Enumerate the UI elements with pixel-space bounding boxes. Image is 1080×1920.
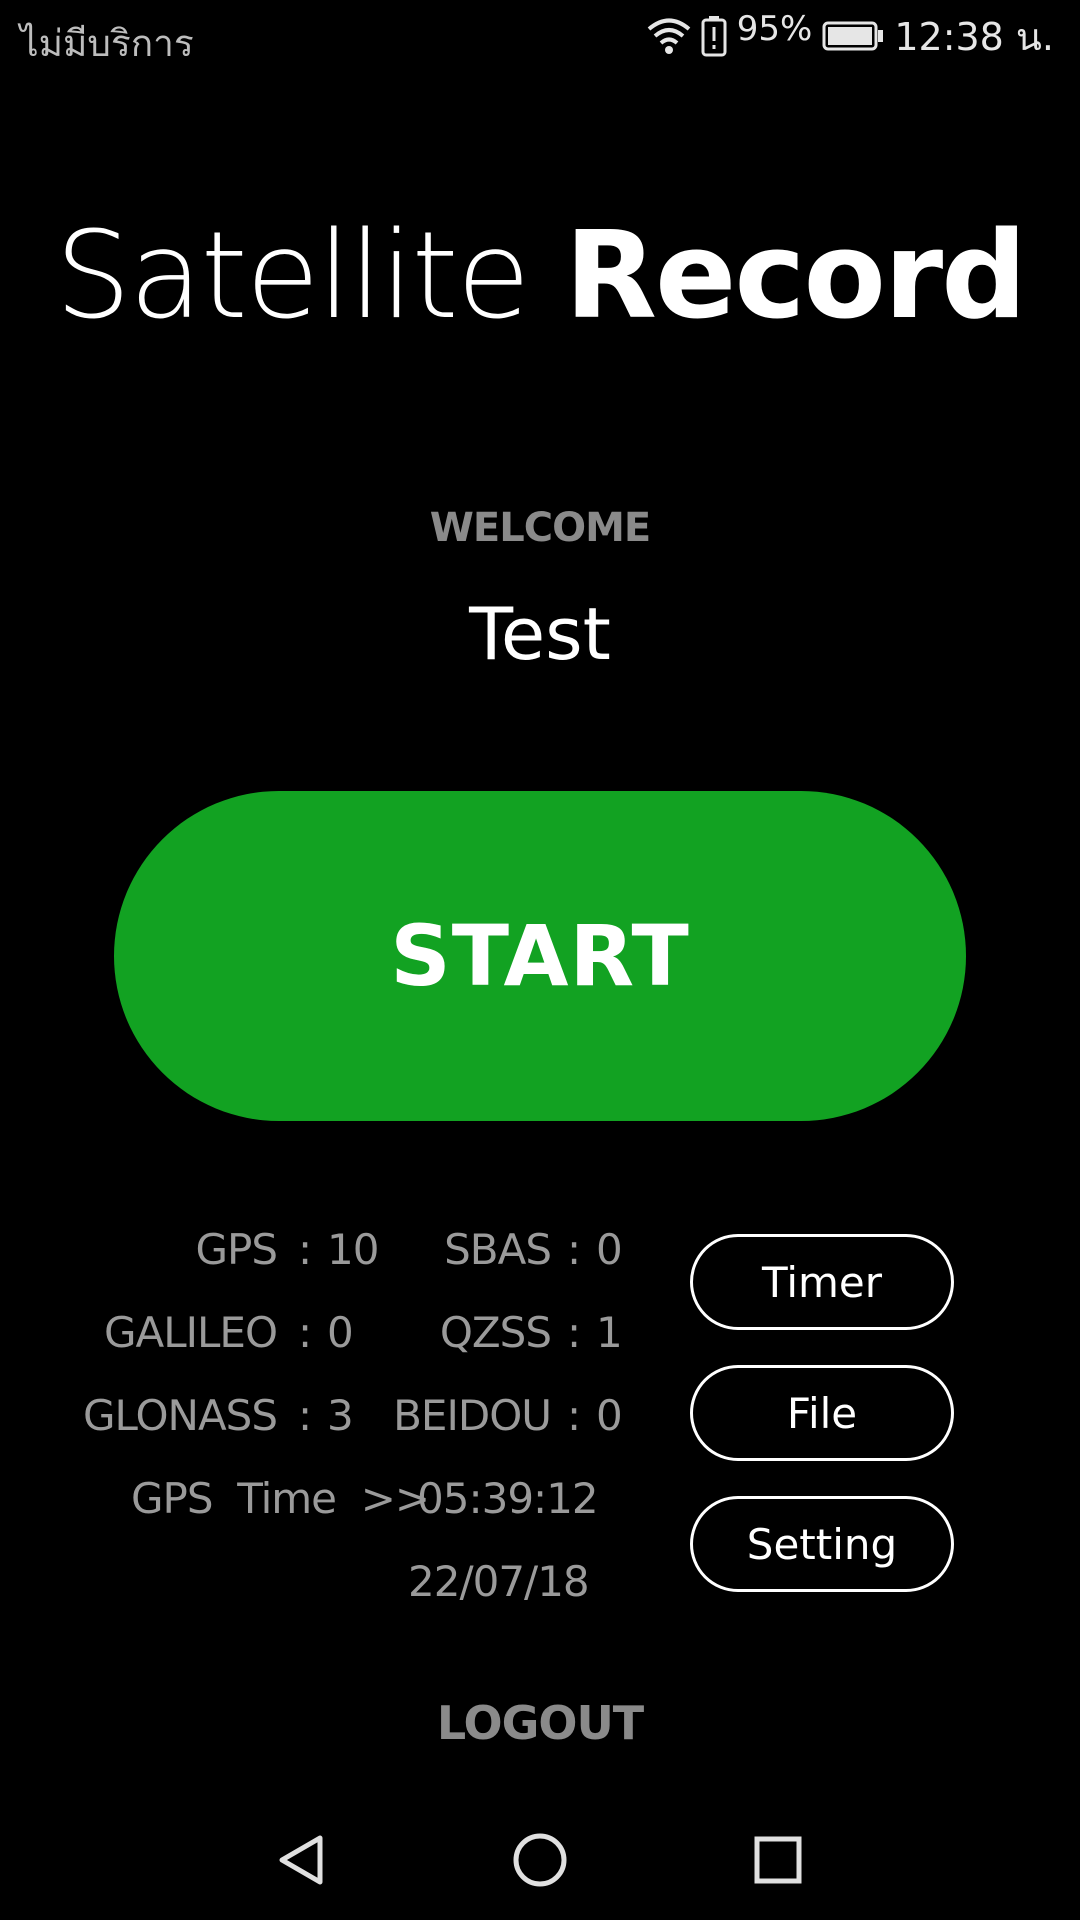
navigation-bar — [0, 1800, 1080, 1920]
sbas-value: 0 — [596, 1225, 623, 1274]
beidou-count-row: BEIDOU : 0 — [0, 1391, 640, 1447]
logout-button[interactable]: LOGOUT — [0, 1696, 1080, 1750]
beidou-value: 0 — [596, 1391, 623, 1440]
setting-button[interactable]: Setting — [690, 1496, 954, 1592]
gps-time-label: GPS Time >> — [131, 1474, 430, 1523]
beidou-sep: : — [567, 1391, 581, 1440]
qzss-sep: : — [567, 1308, 581, 1357]
home-icon[interactable] — [508, 1828, 572, 1892]
file-button[interactable]: File — [690, 1365, 954, 1461]
sbas-count-row: SBAS : 0 — [0, 1225, 640, 1281]
battery-percent: 95% — [736, 9, 813, 49]
qzss-count-row: QZSS : 1 — [0, 1308, 640, 1364]
start-button[interactable]: START — [114, 791, 966, 1121]
screen: ไม่มีบริการ 95% 12:38 น. Satellite Recor… — [0, 0, 1080, 1920]
qzss-value: 1 — [596, 1308, 623, 1357]
timer-button[interactable]: Timer — [690, 1234, 954, 1330]
gps-date-value: 22/07/18 — [408, 1557, 590, 1606]
sbas-label: SBAS — [444, 1225, 552, 1274]
wifi-icon — [647, 16, 691, 56]
qzss-label: QZSS — [439, 1308, 552, 1357]
clock: 12:38 น. — [894, 14, 1054, 59]
status-bar: ไม่มีบริการ 95% 12:38 น. — [0, 0, 1080, 72]
app-title: Satellite Record — [0, 212, 1080, 342]
back-icon[interactable] — [270, 1828, 334, 1892]
username: Test — [469, 592, 611, 676]
sbas-sep: : — [567, 1225, 581, 1274]
battery-icon — [822, 21, 884, 51]
status-icons: 95% 12:38 น. — [647, 9, 1054, 62]
carrier-text: ไม่มีบริการ — [20, 22, 194, 65]
beidou-label: BEIDOU — [393, 1391, 552, 1440]
welcome-label: WELCOME — [429, 505, 651, 551]
gps-time-value: 05:39:12 — [417, 1474, 599, 1523]
battery-alert-icon — [701, 15, 727, 57]
title-light: Satellite — [54, 207, 530, 346]
title-bold: Record — [564, 207, 1027, 346]
recents-icon[interactable] — [746, 1828, 810, 1892]
